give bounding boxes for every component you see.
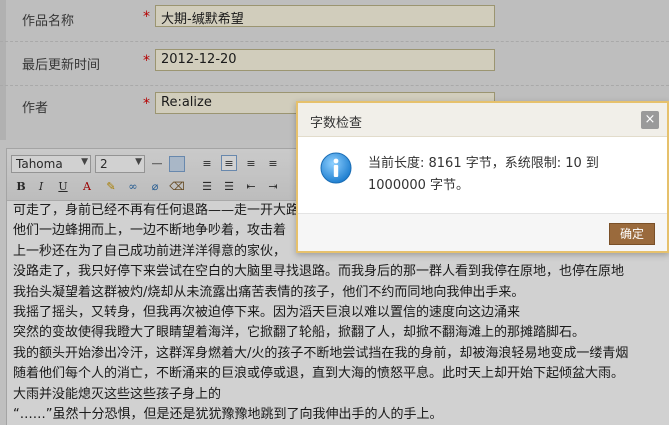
dialog-header: 字数检查 ×	[298, 103, 667, 137]
ok-button[interactable]: 确定	[609, 223, 655, 245]
info-icon	[320, 152, 352, 184]
dialog-title: 字数检查	[310, 116, 363, 131]
word-count-dialog: 字数检查 × 当前长度: 8161 字节，系统限制: 10 到 1000000 …	[296, 101, 669, 253]
close-icon[interactable]: ×	[641, 111, 659, 129]
dialog-message: 当前长度: 8161 字节，系统限制: 10 到 1000000 字节。	[368, 156, 599, 193]
dialog-footer: 确定	[298, 213, 667, 251]
